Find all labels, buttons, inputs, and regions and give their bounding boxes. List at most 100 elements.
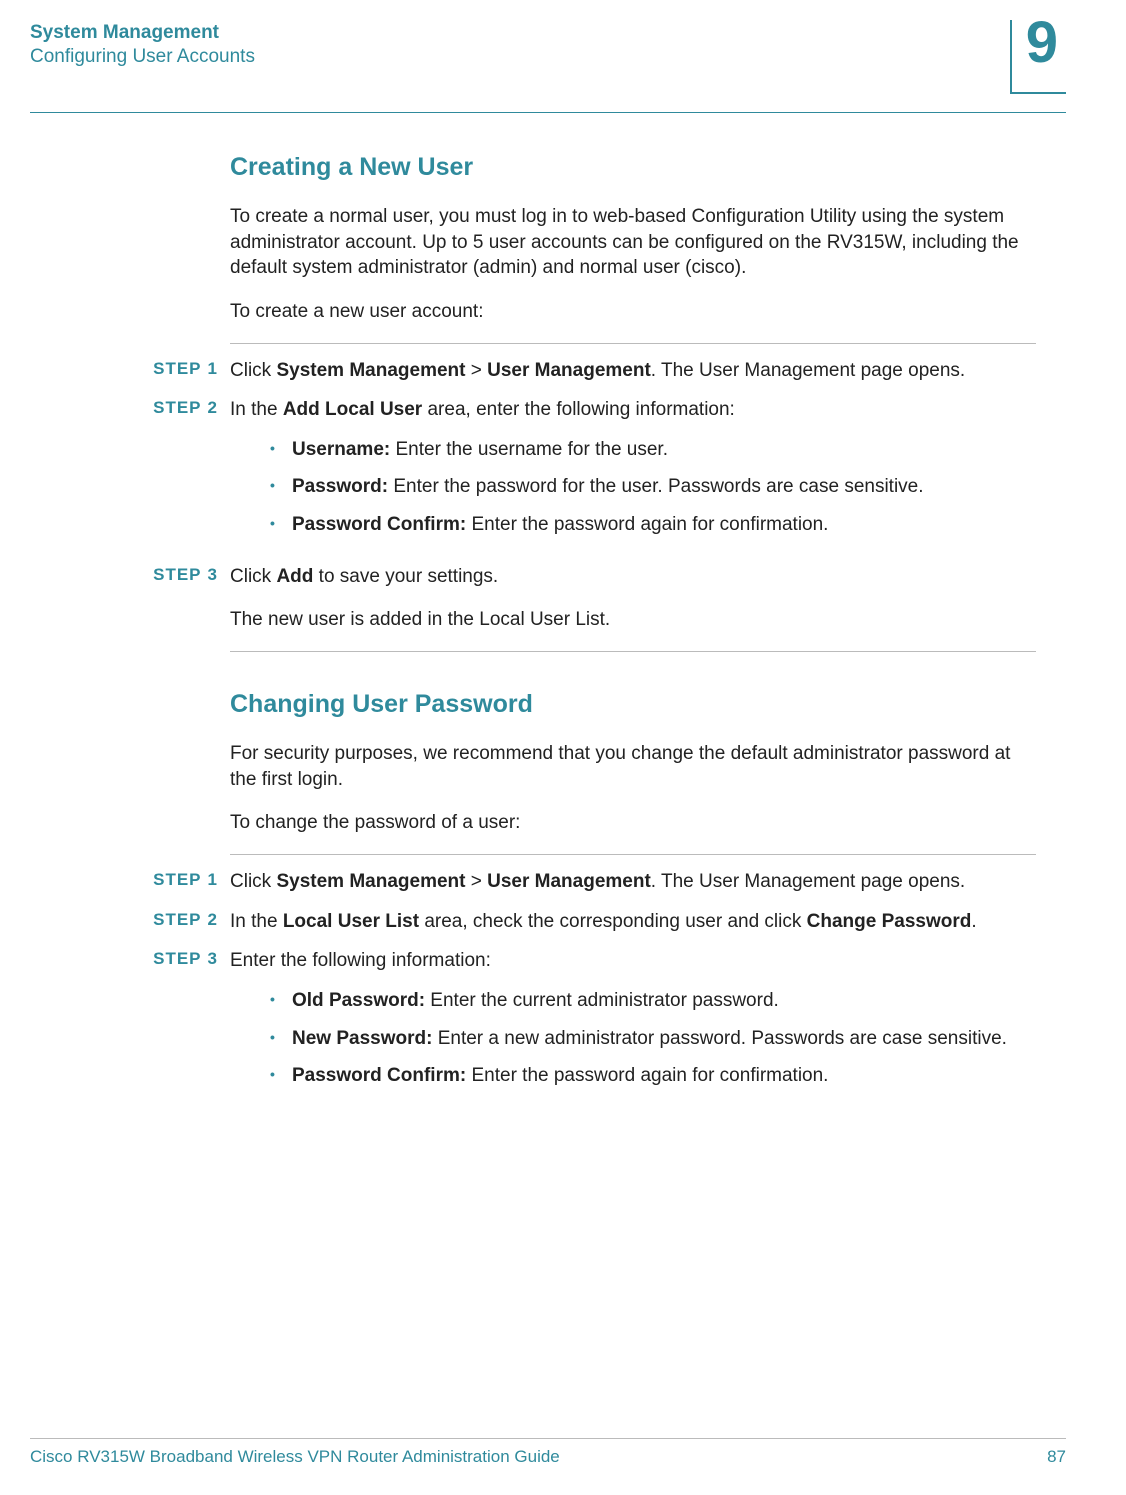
page-header: System Management Configuring User Accou… — [30, 20, 1066, 104]
field-text: Enter a new administrator password. Pass… — [432, 1028, 1006, 1049]
bold-text: System Management — [276, 871, 465, 892]
field-text: Enter the password again for confirmatio… — [466, 514, 828, 535]
step-label: STEP 2 — [138, 397, 218, 418]
header-left: System Management Configuring User Accou… — [30, 20, 255, 68]
step-body: Click System Management > User Managemen… — [230, 358, 1036, 384]
step-word: STEP — [153, 398, 201, 417]
step-body: In the Add Local User area, enter the fo… — [230, 397, 1036, 550]
step-2: STEP 2 In the Local User List area, check… — [138, 909, 1036, 935]
bullet-password: • Password: Enter the password for the u… — [270, 474, 1036, 500]
chapter-number: 9 — [1026, 14, 1058, 72]
step-num: 2 — [208, 910, 218, 929]
field-text: Enter the password for the user. Passwor… — [388, 476, 923, 497]
step-body: Enter the following information: • Old P… — [230, 948, 1036, 1101]
heading-change-password: Changing User Password — [230, 690, 1036, 719]
bullet-old-password: • Old Password: Enter the current admini… — [270, 988, 1036, 1014]
section-subtitle: Configuring User Accounts — [30, 46, 255, 68]
bold-text: Local User List — [283, 911, 419, 932]
text: Click — [230, 566, 276, 587]
text: In the — [230, 399, 283, 420]
bullet-body: Username: Enter the username for the use… — [292, 437, 1036, 463]
bullet-icon: • — [270, 474, 292, 496]
bullet-icon: • — [270, 1063, 292, 1085]
text: > — [465, 360, 487, 381]
bullet-icon: • — [270, 1026, 292, 1048]
bullet-confirm: • Password Confirm: Enter the password a… — [270, 512, 1036, 538]
field-label: Old Password: — [292, 990, 425, 1011]
step-label: STEP1 — [138, 869, 218, 890]
step-2: STEP 2 In the Add Local User area, enter … — [138, 397, 1036, 550]
text: area, enter the following information: — [422, 399, 735, 420]
step-word: STEP — [153, 910, 201, 929]
bullet-confirm: • Password Confirm: Enter the password a… — [270, 1063, 1036, 1089]
text: . The User Management page opens. — [651, 360, 965, 381]
bold-text: User Management — [487, 360, 651, 381]
bold-text: Add — [276, 566, 313, 587]
page-footer: Cisco RV315W Broadband Wireless VPN Rout… — [30, 1430, 1066, 1467]
field-label: Password Confirm: — [292, 1065, 466, 1086]
step-rule-top — [230, 854, 1036, 855]
text: Click — [230, 360, 276, 381]
step-1: STEP1 Click System Management > User Man… — [138, 869, 1036, 895]
chapter-title: System Management — [30, 22, 255, 44]
step-3: STEP 3 Click Add to save your settings. T… — [138, 564, 1036, 633]
intro-lead-in: To create a new user account: — [230, 299, 1036, 325]
intro-paragraph: To create a normal user, you must log in… — [230, 204, 1036, 281]
step-body: Click Add to save your settings. The new… — [230, 564, 1036, 633]
step-word: STEP — [153, 565, 201, 584]
field-label: Username: — [292, 439, 390, 460]
step-num: 3 — [208, 949, 218, 968]
step-num: 3 — [208, 565, 218, 584]
step-note: The new user is added in the Local User … — [230, 607, 1036, 633]
guide-title: Cisco RV315W Broadband Wireless VPN Rout… — [30, 1447, 560, 1467]
bullet-icon: • — [270, 512, 292, 534]
bold-text: User Management — [487, 871, 651, 892]
step-word: STEP — [153, 359, 201, 378]
bullet-body: Old Password: Enter the current administ… — [292, 988, 1036, 1014]
field-text: Enter the current administrator password… — [425, 990, 779, 1011]
bold-text: System Management — [276, 360, 465, 381]
field-text: Enter the password again for confirmatio… — [466, 1065, 828, 1086]
bold-text: Add Local User — [283, 399, 422, 420]
step-num: 1 — [208, 359, 218, 378]
bullet-icon: • — [270, 988, 292, 1010]
text: > — [465, 871, 487, 892]
bullet-new-password: • New Password: Enter a new administrato… — [270, 1026, 1036, 1052]
text: . — [971, 911, 976, 932]
bullet-body: Password: Enter the password for the use… — [292, 474, 1036, 500]
step-body: In the Local User List area, check the c… — [230, 909, 1036, 935]
footer-line: Cisco RV315W Broadband Wireless VPN Rout… — [30, 1447, 1066, 1467]
bullet-icon: • — [270, 437, 292, 459]
field-label: New Password: — [292, 1028, 432, 1049]
step-num: 2 — [208, 398, 218, 417]
field-label: Password: — [292, 476, 388, 497]
bullet-username: • Username: Enter the username for the u… — [270, 437, 1036, 463]
chapter-number-box: 9 — [1010, 20, 1066, 94]
text: In the — [230, 911, 283, 932]
page-number: 87 — [1047, 1447, 1066, 1467]
bullet-body: New Password: Enter a new administrator … — [292, 1026, 1036, 1052]
text: Click — [230, 871, 276, 892]
bullet-body: Password Confirm: Enter the password aga… — [292, 1063, 1036, 1089]
text: to save your settings. — [313, 566, 498, 587]
text: Enter the following information: — [230, 950, 491, 971]
bold-text: Change Password — [807, 911, 972, 932]
step-3: STEP 3 Enter the following information: •… — [138, 948, 1036, 1101]
step-body: Click System Management > User Managemen… — [230, 869, 1036, 895]
footer-rule — [30, 1438, 1066, 1439]
step-rule-bottom — [230, 651, 1036, 652]
text: area, check the corresponding user and c… — [419, 911, 807, 932]
intro-paragraph: For security purposes, we recommend that… — [230, 741, 1036, 792]
step-label: STEP 1 — [138, 358, 218, 379]
step-label: STEP 2 — [138, 909, 218, 930]
step-word: STEP — [153, 949, 201, 968]
intro-lead-in: To change the password of a user: — [230, 810, 1036, 836]
heading-creating-user: Creating a New User — [230, 153, 1036, 182]
field-label: Password Confirm: — [292, 514, 466, 535]
bullet-body: Password Confirm: Enter the password aga… — [292, 512, 1036, 538]
step-label: STEP 3 — [138, 948, 218, 969]
step-rule-top — [230, 343, 1036, 344]
step-word: STEP — [153, 870, 201, 889]
field-text: Enter the username for the user. — [390, 439, 668, 460]
step-1: STEP 1 Click System Management > User Man… — [138, 358, 1036, 384]
